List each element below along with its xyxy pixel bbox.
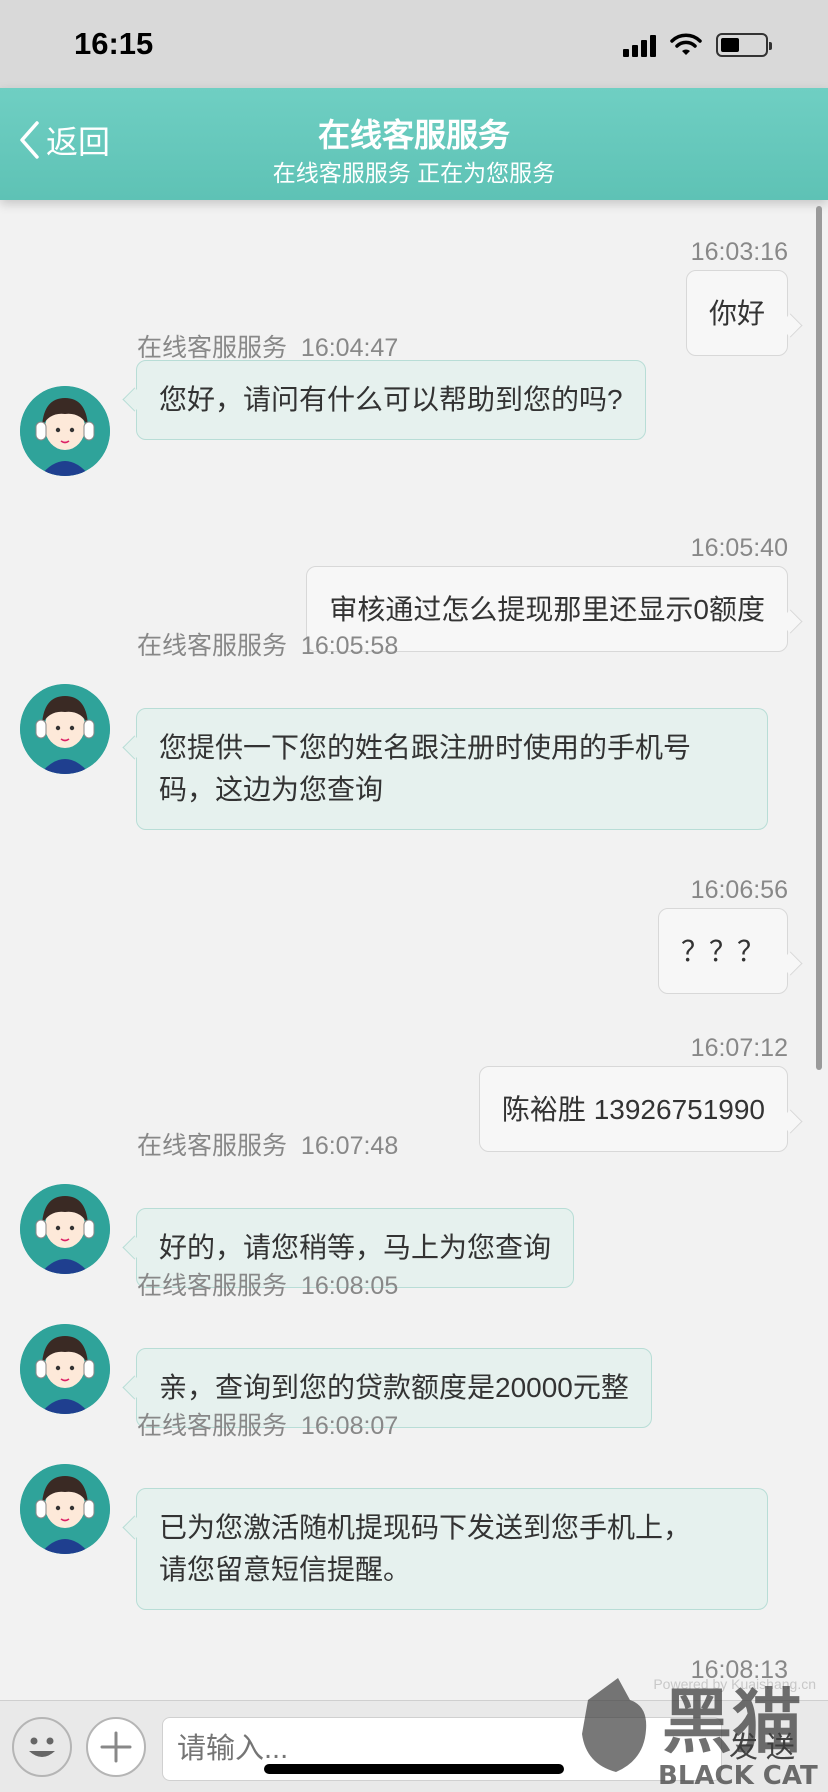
message-timestamp: 16:08:07 [300,1412,399,1440]
emoji-button[interactable] [12,1717,72,1777]
home-indicator[interactable] [264,1764,564,1774]
user-message-bubble[interactable]: ？？？ [657,908,788,994]
smile-icon [29,1737,55,1757]
wifi-icon [670,33,702,55]
battery-icon [716,33,772,57]
message-line: 请您留意短信提醒。 [159,1554,412,1585]
user-message-bubble[interactable]: 你好 [685,270,788,356]
plus-button[interactable] [86,1717,146,1777]
agent-avatar [20,684,110,774]
message-timestamp: 16:08:05 [300,1272,399,1300]
message-timestamp: 16:04:47 [300,334,399,362]
message-meta: 在线客服服务 16:04:47 [137,328,398,364]
sender-name: 在线客服服务 [137,1272,288,1300]
agent-message-bubble[interactable]: 您提供一下您的姓名跟注册时使用的手机号 码，这边为您查询 [136,708,768,830]
chat-scrollbar[interactable] [816,206,822,1070]
plus-icon [100,1731,132,1763]
agent-message-bubble[interactable]: 已为您激活随机提现码下发送到您手机上， 请您留意短信提醒。 [136,1488,768,1610]
message-line: 码，这边为您查询 [159,774,384,805]
agent-avatar-icon [20,1184,110,1274]
message-timestamp: 16:05:40 [690,534,788,562]
send-button[interactable]: 发 送 [712,1717,812,1781]
message-timestamp: 16:06:56 [690,876,788,904]
input-bar: 发 送 [0,1700,828,1792]
message-meta: 在线客服服务 16:08:07 [137,1406,398,1442]
agent-avatar-icon [20,684,110,774]
sender-name: 在线客服服务 [137,334,288,362]
sender-name: 在线客服服务 [137,1132,288,1160]
chat-header: 返回 在线客服服务 在线客服服务 正在为您服务 [0,88,828,200]
page-subtitle: 在线客服服务 正在为您服务 [272,160,556,186]
message-timestamp: 16:07:48 [300,1132,399,1160]
status-bar: 16:15 [0,0,828,88]
agent-avatar [20,386,110,476]
agent-avatar-icon [20,1324,110,1414]
powered-by-label: Powered by Kuaishang.cn [653,1676,816,1692]
agent-avatar [20,1324,110,1414]
agent-avatar [20,1184,110,1274]
agent-avatar [20,1464,110,1554]
message-timestamp: 16:05:58 [300,632,399,660]
user-message-bubble[interactable]: 陈裕胜 13926751990 [478,1066,788,1152]
page-title: 在线客服服务 [317,117,510,153]
sender-name: 在线客服服务 [137,1412,288,1440]
chat-area[interactable]: 16:03:16 你好 在线客服服务 16:04:47 您好，请问有什么可以帮助… [0,200,828,1700]
status-icons [623,30,772,60]
message-line: 您提供一下您的姓名跟注册时使用的手机号 [159,732,692,763]
message-meta: 在线客服服务 16:07:48 [137,1126,398,1162]
agent-avatar-icon [20,1464,110,1554]
agent-message-bubble[interactable]: 您好，请问有什么可以帮助到您的吗? [136,360,646,440]
agent-avatar-icon [20,386,110,476]
message-timestamp: 16:03:16 [690,238,788,266]
signal-icon [623,33,656,57]
sender-name: 在线客服服务 [137,632,288,660]
message-timestamp: 16:07:12 [690,1034,788,1062]
message-meta: 在线客服服务 16:05:58 [137,626,398,662]
message-line: 已为您激活随机提现码下发送到您手机上， [159,1512,692,1543]
status-time: 16:15 [74,26,154,61]
message-meta: 在线客服服务 16:08:05 [137,1266,398,1302]
